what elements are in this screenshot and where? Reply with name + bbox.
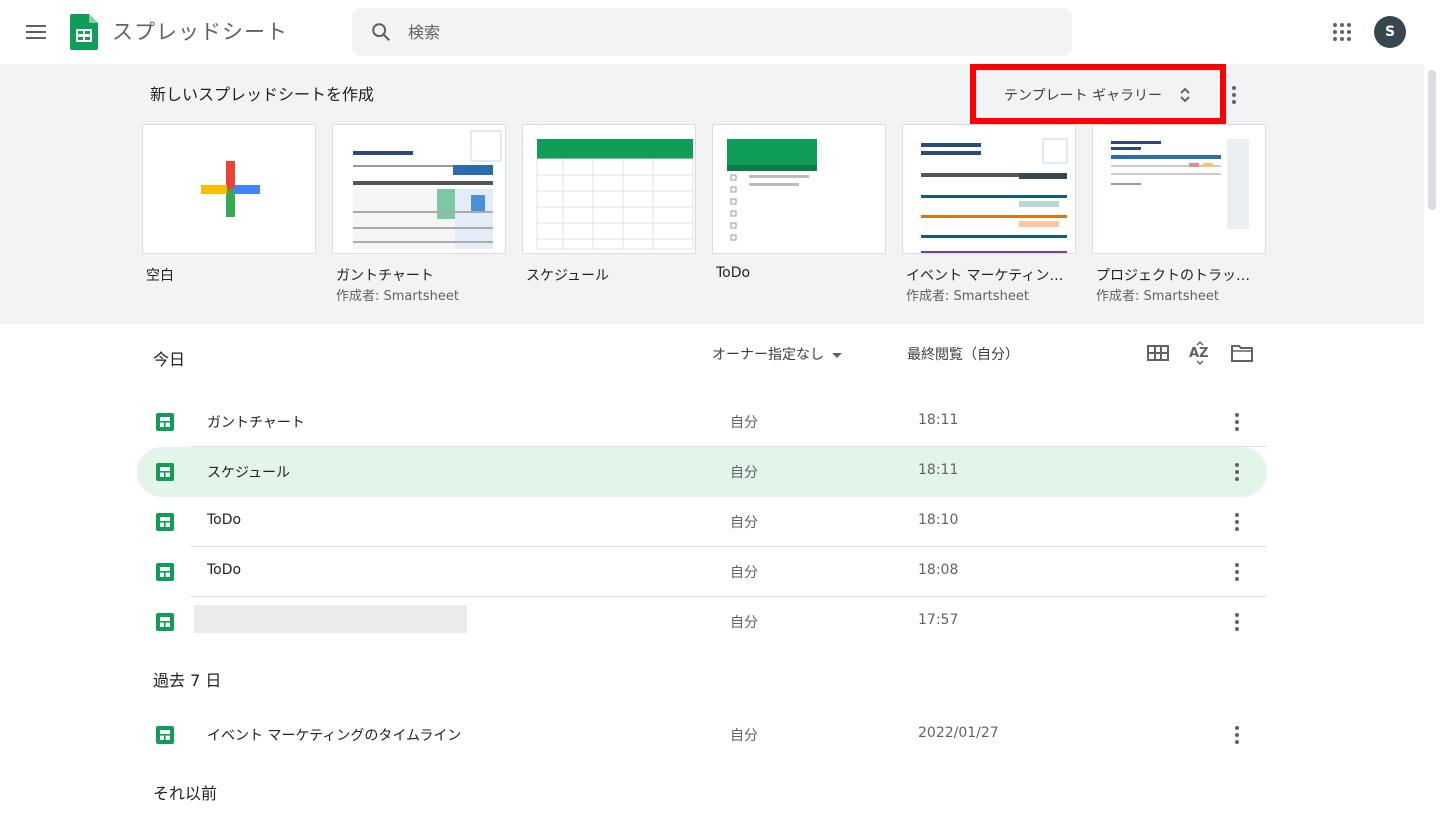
template-name: スケジュール [526,268,610,284]
account-avatar[interactable]: S [1374,16,1406,48]
file-row[interactable]: ToDo 自分 18:10 [137,497,1267,547]
file-row[interactable]: イベント マーケティングのタイムライン 自分 2022/01/27 [137,710,1267,760]
row-more-options-icon[interactable] [1227,607,1247,637]
section-earlier-label: それ以前 [153,784,218,803]
template-thumbnail[interactable] [142,124,316,254]
top-app-bar: スプレッドシート S [0,0,1440,64]
new-spreadsheet-title: 新しいスプレッドシートを作成 [150,85,375,104]
file-name: ToDo [207,562,242,578]
main-menu-icon[interactable] [20,16,52,48]
file-row[interactable]: 自分 17:57 [137,597,1267,647]
template-gantt[interactable]: ガントチャート 作成者: Smartsheet [332,124,506,306]
event-preview-image [921,138,1068,253]
file-name: ガントチャート [207,415,305,431]
row-more-options-icon[interactable] [1227,507,1247,537]
template-author: 作成者: Smartsheet [336,289,459,304]
file-last-opened: 18:08 [918,562,959,578]
file-owner: 自分 [730,415,758,431]
scrollbar-thumb[interactable] [1428,70,1436,210]
section-past-7-days-label: 過去 7 日 [153,671,222,690]
schedule-preview-image [536,139,694,250]
file-owner: 自分 [730,565,758,581]
template-thumbnail[interactable] [522,124,696,254]
search-bar[interactable] [352,8,1072,56]
template-thumbnail[interactable] [902,124,1076,254]
template-author: 作成者: Smartsheet [906,289,1029,304]
template-more-options-icon[interactable] [1224,80,1244,110]
file-row[interactable]: ToDo 自分 18:08 [137,547,1267,597]
sheets-logo-icon[interactable] [70,14,98,50]
file-last-opened: 18:11 [918,462,959,478]
template-name: ガントチャート [336,268,434,284]
owner-filter-dropdown[interactable]: オーナー指定なし [712,344,842,364]
sheets-file-icon [156,726,174,744]
redacted-file-name [194,605,467,633]
search-input[interactable] [408,8,1048,56]
file-owner: 自分 [730,465,758,481]
template-name: ToDo [716,265,751,281]
sort-last-opened[interactable]: 最終閲覧（自分） [907,344,1019,364]
app-title[interactable]: スプレッドシート [112,16,288,48]
row-more-options-icon[interactable] [1227,557,1247,587]
file-name: イベント マーケティングのタイムライン [207,728,462,744]
template-name: プロジェクトのトラッ… [1096,268,1250,284]
file-owner: 自分 [730,515,758,531]
file-owner: 自分 [730,615,758,631]
template-blank[interactable]: 空白 [142,124,316,306]
file-owner: 自分 [730,728,758,744]
template-name: 空白 [146,268,174,284]
template-event-marketing[interactable]: イベント マーケティン… 作成者: Smartsheet [902,124,1076,306]
template-thumbnail[interactable] [1092,124,1266,254]
sheets-file-icon [156,613,174,631]
file-last-opened: 18:10 [918,512,959,528]
sort-az-icon[interactable]: AZ [1187,340,1213,366]
gantt-preview-image [353,130,502,249]
folder-picker-icon[interactable] [1229,340,1255,366]
sheets-file-icon [156,513,174,531]
grid-view-icon[interactable] [1145,340,1171,366]
template-name: イベント マーケティン… [906,268,1064,284]
row-more-options-icon[interactable] [1227,457,1247,487]
row-more-options-icon[interactable] [1227,720,1247,750]
sheets-file-icon [156,463,174,481]
template-schedule[interactable]: スケジュール [522,124,696,306]
plus-icon [201,161,260,217]
sheets-file-icon [156,413,174,431]
template-thumbnail[interactable] [712,124,886,254]
file-last-opened: 2022/01/27 [918,725,999,741]
owner-filter-label: オーナー指定なし [712,347,824,363]
search-icon[interactable] [370,21,392,43]
template-author: 作成者: Smartsheet [1096,289,1219,304]
row-more-options-icon[interactable] [1227,407,1247,437]
svg-text:AZ: AZ [1189,346,1209,361]
sheets-file-icon [156,563,174,581]
annotation-highlight-box [970,64,1226,124]
google-apps-icon[interactable] [1328,18,1356,46]
template-todo[interactable]: ToDo [712,124,886,306]
file-name: スケジュール [207,465,291,481]
file-name: ToDo [207,512,242,528]
file-row[interactable]: ガントチャート 自分 18:11 [137,397,1267,447]
file-row-selected[interactable]: スケジュール 自分 18:11 [137,447,1267,497]
dropdown-arrow-icon [832,352,842,358]
section-today-label: 今日 [153,350,186,369]
todo-preview-image [727,139,817,241]
template-project-tracker[interactable]: プロジェクトのトラッ… 作成者: Smartsheet [1092,124,1266,306]
file-last-opened: 17:57 [918,612,959,628]
template-thumbnail[interactable] [332,124,506,254]
project-preview-image [1111,139,1249,229]
file-last-opened: 18:11 [918,412,959,428]
